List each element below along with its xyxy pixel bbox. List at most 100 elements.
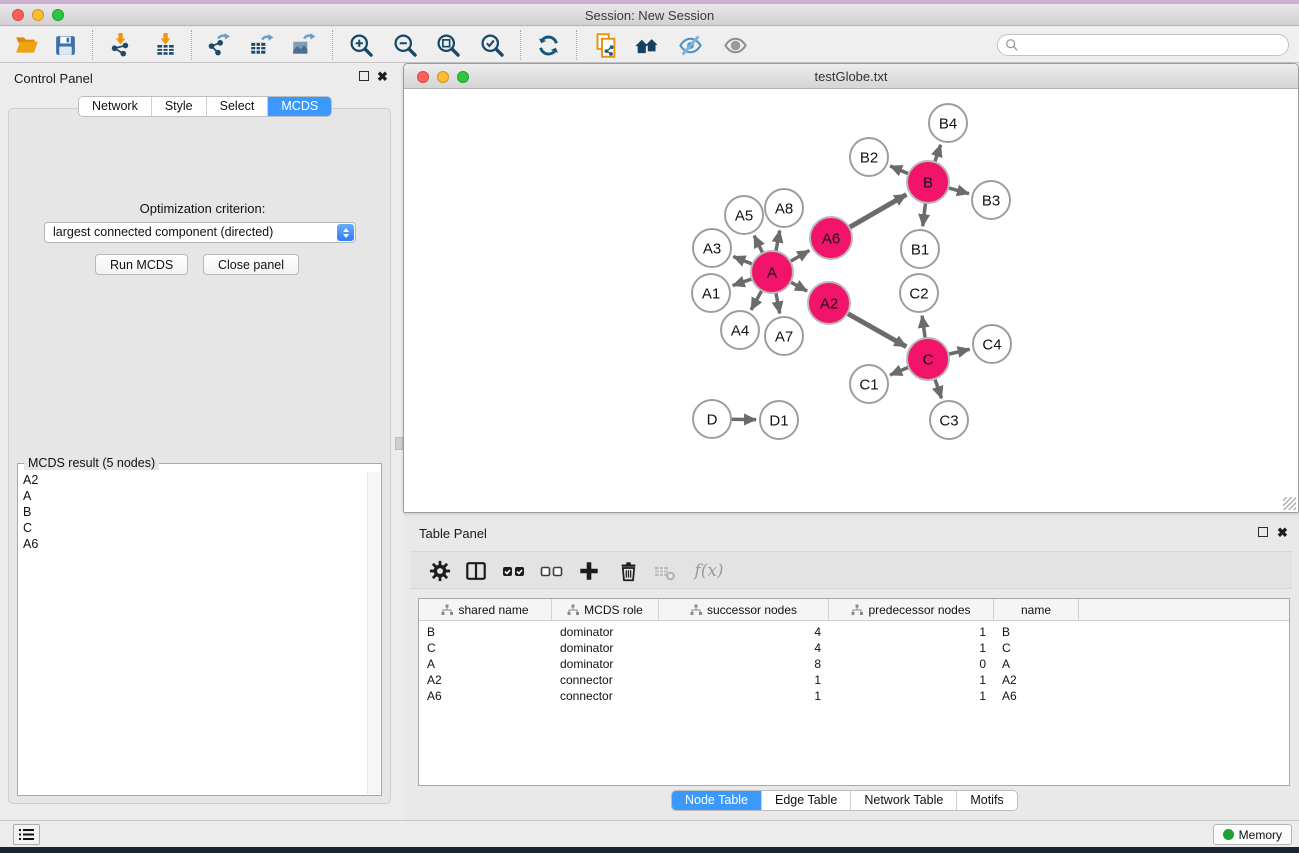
resize-grip-icon[interactable]	[1283, 497, 1296, 510]
graph-node-B2[interactable]: B2	[850, 138, 888, 176]
home-layout-icon[interactable]	[632, 30, 662, 60]
criterion-dropdown[interactable]: largest connected component (directed)	[44, 222, 356, 243]
graph-node-A1[interactable]: A1	[692, 274, 730, 312]
save-icon[interactable]	[50, 30, 80, 60]
export-image-icon[interactable]	[288, 30, 318, 60]
tab-node-table[interactable]: Node Table	[672, 791, 762, 810]
select-all-checkboxes-icon[interactable]	[499, 556, 529, 586]
graph-node-C3[interactable]: C3	[930, 401, 968, 439]
graph-node-A4[interactable]: A4	[721, 311, 759, 349]
close-panel-button[interactable]: Close panel	[203, 254, 299, 275]
deselect-all-checkboxes-icon[interactable]	[537, 556, 567, 586]
svg-text:C: C	[923, 351, 934, 368]
search-input[interactable]	[1023, 38, 1288, 52]
column-header-shared-name[interactable]: shared name	[419, 599, 552, 620]
export-table-icon[interactable]	[246, 30, 276, 60]
mcds-result-title: MCDS result (5 nodes)	[24, 456, 159, 470]
zoom-out-icon[interactable]	[390, 30, 420, 60]
table-tabs: Node Table Edge Table Network Table Moti…	[671, 790, 1018, 811]
zoom-fit-icon[interactable]	[433, 30, 463, 60]
run-mcds-button[interactable]: Run MCDS	[95, 254, 188, 275]
graph-node-A2[interactable]: A2	[808, 282, 850, 324]
apply-function-icon[interactable]: f(x)	[687, 556, 731, 586]
svg-text:C3: C3	[939, 412, 958, 429]
tab-network-table[interactable]: Network Table	[851, 791, 957, 810]
table-row[interactable]: Cdominator41C	[419, 640, 1289, 656]
result-item[interactable]: C	[19, 520, 367, 536]
show-columns-icon[interactable]	[461, 556, 491, 586]
result-item[interactable]: A	[19, 488, 367, 504]
tab-mcds[interactable]: MCDS	[268, 97, 331, 116]
import-table-icon[interactable]	[150, 30, 180, 60]
panel-divider-handle[interactable]	[395, 437, 403, 450]
table-row[interactable]: Adominator80A	[419, 656, 1289, 672]
tab-style[interactable]: Style	[152, 97, 207, 116]
graph-node-A7[interactable]: A7	[765, 317, 803, 355]
table-row[interactable]: Bdominator41B	[419, 624, 1289, 640]
graph-node-B1[interactable]: B1	[901, 230, 939, 268]
graph-node-B[interactable]: B	[907, 161, 949, 203]
graph-node-A6[interactable]: A6	[810, 217, 852, 259]
graph-node-B3[interactable]: B3	[972, 181, 1010, 219]
table-row[interactable]: A6connector11A6	[419, 688, 1289, 704]
delete-column-trash-icon[interactable]	[613, 556, 643, 586]
tab-network[interactable]: Network	[79, 97, 152, 116]
toolbar-separator	[191, 30, 192, 60]
result-item[interactable]: A2	[19, 472, 367, 488]
graph-node-B4[interactable]: B4	[929, 104, 967, 142]
close-table-panel-icon[interactable]: ✖	[1277, 528, 1288, 538]
column-header-name[interactable]: name	[994, 599, 1079, 620]
graph-node-C1[interactable]: C1	[850, 365, 888, 403]
graph-node-D[interactable]: D	[693, 400, 731, 438]
network-canvas[interactable]: B4 B2 B B3 A5 A8 A6 B1 A3 A C2 A1 A2 A4A7 C4 C C1 C3 D D1	[405, 90, 1298, 512]
hide-panels-icon[interactable]	[675, 30, 705, 60]
memory-button[interactable]: Memory	[1213, 824, 1292, 845]
graph-node-C4[interactable]: C4	[973, 325, 1011, 363]
table-header-row: shared nameMCDS rolesuccessor nodesprede…	[419, 599, 1289, 621]
task-history-button[interactable]	[13, 824, 40, 845]
result-scrollbar[interactable]	[367, 472, 380, 794]
copy-network-icon[interactable]	[591, 30, 621, 60]
import-network-icon[interactable]	[105, 30, 135, 60]
zoom-selected-icon[interactable]	[477, 30, 507, 60]
refresh-icon[interactable]	[533, 30, 563, 60]
svg-text:A5: A5	[735, 207, 753, 224]
tab-motifs[interactable]: Motifs	[957, 791, 1016, 810]
list-icon	[19, 828, 34, 841]
network-window-titlebar[interactable]: testGlobe.txt	[404, 64, 1298, 89]
graph-node-A8[interactable]: A8	[765, 189, 803, 227]
open-folder-icon[interactable]	[12, 30, 42, 60]
app-titlebar: Session: New Session	[0, 4, 1299, 26]
delete-table-icon[interactable]	[650, 556, 680, 586]
close-panel-icon[interactable]: ✖	[377, 72, 388, 82]
column-header-MCDS-role[interactable]: MCDS role	[552, 599, 659, 620]
graph-node-C2[interactable]: C2	[900, 274, 938, 312]
application-window: Session: New Session	[0, 0, 1299, 853]
graph-node-A5[interactable]: A5	[725, 196, 763, 234]
dropdown-stepper-icon	[337, 224, 354, 241]
float-table-panel-icon[interactable]	[1258, 527, 1268, 537]
result-item[interactable]: B	[19, 504, 367, 520]
toolbar-separator	[576, 30, 577, 60]
graph-node-A[interactable]: A	[751, 251, 793, 293]
graph-node-D1[interactable]: D1	[760, 401, 798, 439]
tab-select[interactable]: Select	[207, 97, 269, 116]
table-row[interactable]: A2connector11A2	[419, 672, 1289, 688]
svg-text:A8: A8	[775, 200, 793, 217]
table-settings-gear-icon[interactable]	[425, 556, 455, 586]
zoom-in-icon[interactable]	[346, 30, 376, 60]
show-panels-icon[interactable]	[720, 30, 750, 60]
result-item[interactable]: A6	[19, 536, 367, 552]
graph-node-A3[interactable]: A3	[693, 229, 731, 267]
search-field[interactable]	[997, 34, 1289, 56]
optimization-criterion-label: Optimization criterion:	[1, 201, 404, 216]
float-panel-icon[interactable]	[359, 71, 369, 81]
criterion-value: largest connected component (directed)	[53, 225, 273, 239]
add-column-icon[interactable]	[574, 556, 604, 586]
tab-edge-table[interactable]: Edge Table	[762, 791, 851, 810]
export-network-icon[interactable]	[203, 30, 233, 60]
graph-node-C[interactable]: C	[907, 338, 949, 380]
svg-text:B3: B3	[982, 192, 1000, 209]
column-header-predecessor-nodes[interactable]: predecessor nodes	[829, 599, 994, 620]
column-header-successor-nodes[interactable]: successor nodes	[659, 599, 829, 620]
